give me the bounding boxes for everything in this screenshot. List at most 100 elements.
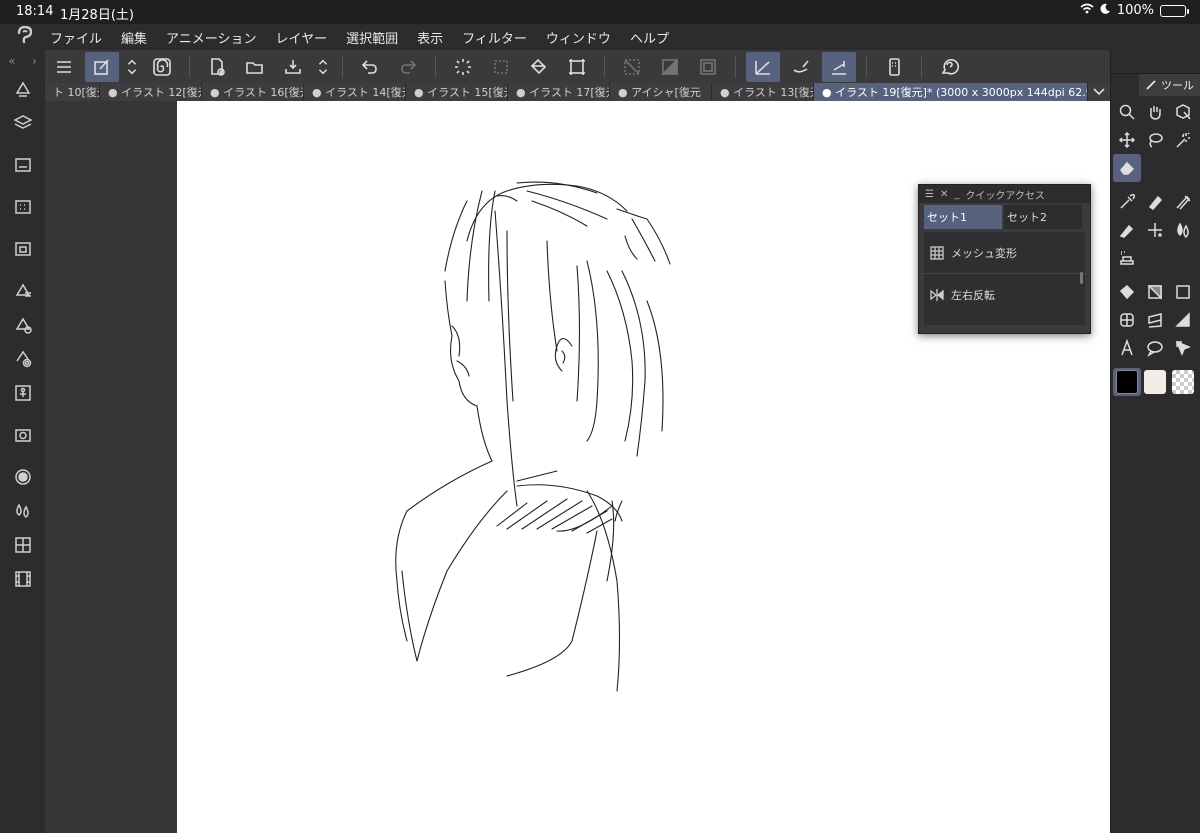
status-bar: 18:14 1月28日(土) 100% — [0, 0, 1200, 24]
gradient-icon[interactable] — [1141, 278, 1169, 306]
loading-icon[interactable] — [446, 52, 480, 82]
tool-property-icon[interactable] — [0, 274, 45, 308]
close-icon[interactable]: ✕ — [940, 189, 948, 200]
brush-size-icon[interactable] — [0, 308, 45, 342]
color-circle-icon[interactable] — [0, 460, 45, 494]
invert-selection-icon[interactable] — [653, 52, 687, 82]
ruler-icon[interactable] — [1141, 306, 1169, 334]
snap-ruler-icon[interactable] — [746, 51, 780, 82]
eyedropper-icon[interactable] — [1113, 188, 1141, 216]
document-tab[interactable]: ● イラスト 13[復元 — [712, 83, 814, 101]
updown-icon[interactable] — [123, 52, 141, 82]
app-logo-icon[interactable] — [0, 25, 50, 49]
sidebar-collapse-arrows[interactable]: «› — [0, 50, 45, 72]
menu-window[interactable]: ウィンドウ — [546, 28, 611, 47]
zoom-icon[interactable] — [1113, 98, 1141, 126]
object-select-icon[interactable] — [1169, 98, 1197, 126]
grip-icon[interactable]: ☰ — [925, 189, 934, 200]
color-wheel-icon[interactable] — [0, 342, 45, 376]
hand-icon[interactable] — [1141, 98, 1169, 126]
undo-icon[interactable] — [353, 52, 387, 82]
navigator-icon[interactable] — [0, 232, 45, 266]
color-mix-icon[interactable] — [0, 494, 45, 528]
tool-grid — [1111, 188, 1200, 272]
panel-grip[interactable] — [1111, 50, 1200, 74]
sub-tool-icon[interactable] — [0, 72, 45, 106]
layers-icon[interactable] — [0, 106, 45, 140]
quick-access-item-flip-horizontal[interactable]: 左右反転 — [924, 274, 1085, 316]
mesh-transform-icon — [930, 245, 944, 260]
perspective-icon[interactable] — [1169, 306, 1197, 334]
balloon-icon[interactable] — [1141, 334, 1169, 362]
material-icon[interactable] — [0, 376, 45, 410]
tab-set-2[interactable]: セット2 — [1004, 205, 1082, 229]
battery-icon — [1160, 4, 1189, 17]
frame-border-icon[interactable] — [1113, 306, 1141, 334]
blend-icon[interactable] — [1169, 216, 1197, 244]
figure-icon[interactable] — [1169, 278, 1197, 306]
pen-tool-icon[interactable] — [1141, 188, 1169, 216]
tab-tool[interactable]: ツール — [1139, 74, 1200, 96]
document-tab[interactable]: ● アイシャ[復元 — [610, 83, 712, 101]
menu-edit[interactable]: 編集 — [121, 28, 147, 47]
menu-animation[interactable]: アニメーション — [166, 28, 256, 47]
transform-icon[interactable] — [560, 52, 594, 82]
sub-color-swatch[interactable] — [1141, 368, 1169, 396]
document-tab-active[interactable]: ● イラスト 19[復元]* (3000 x 3000px 144dpi 62.… — [814, 83, 1088, 101]
quick-access-item-mesh-transform[interactable]: メッシュ変形 — [924, 232, 1085, 274]
clear-selection-icon[interactable] — [484, 52, 518, 82]
document-tab[interactable]: ● イラスト 12[復元 — [100, 83, 202, 101]
redo-icon[interactable] — [391, 52, 425, 82]
color-swatches — [1111, 368, 1200, 396]
snap-special-ruler-icon[interactable] — [784, 52, 818, 82]
menu-layer[interactable]: レイヤー — [276, 28, 328, 47]
menu-selection[interactable]: 選択範囲 — [346, 28, 398, 47]
eraser-icon[interactable] — [1113, 154, 1141, 182]
menu-icon[interactable] — [47, 52, 81, 82]
camera-icon[interactable] — [0, 418, 45, 452]
main-color-swatch[interactable] — [1113, 368, 1141, 396]
menu-file[interactable]: ファイル — [50, 28, 102, 47]
minimize-icon[interactable]: _ — [954, 189, 959, 200]
crop-icon[interactable] — [691, 52, 725, 82]
new-canvas-icon[interactable] — [200, 52, 234, 82]
fill-bucket-icon[interactable] — [1113, 278, 1141, 306]
fill-icon[interactable] — [522, 52, 556, 82]
timeline-icon[interactable] — [0, 562, 45, 596]
text-icon[interactable] — [1113, 334, 1141, 362]
airbrush-icon[interactable] — [1141, 216, 1169, 244]
correction-icon[interactable] — [1169, 334, 1197, 362]
document-tab[interactable]: ● イラスト 17[復元 — [508, 83, 610, 101]
move-icon[interactable] — [1113, 126, 1141, 154]
edit-mode-icon[interactable] — [85, 51, 119, 82]
save-icon[interactable] — [276, 52, 310, 82]
document-tab[interactable]: ト 10[復元 — [45, 83, 100, 101]
open-folder-icon[interactable] — [238, 52, 272, 82]
lasso-icon[interactable] — [1141, 126, 1169, 154]
color-palette-icon[interactable] — [0, 190, 45, 224]
tab-set-1[interactable]: セット1 — [924, 205, 1002, 229]
document-tab[interactable]: ● イラスト 14[復元 — [304, 83, 406, 101]
tool-tab-label: ツール — [1161, 79, 1194, 92]
chevron-down-icon[interactable] — [1088, 83, 1110, 101]
help-icon[interactable] — [932, 52, 966, 82]
snap-grid-icon[interactable] — [822, 51, 856, 82]
transparent-color-swatch[interactable] — [1169, 368, 1197, 396]
approximate-color-icon[interactable] — [0, 528, 45, 562]
scrollbar[interactable] — [1080, 272, 1083, 284]
brush-icon[interactable] — [1169, 188, 1197, 216]
quick-access-panel: ☰ ✕ _ クイックアクセス セット1 セット2 メッシュ変形 左右反転 — [918, 184, 1091, 334]
updown-icon[interactable] — [314, 52, 332, 82]
pencil-icon[interactable] — [1113, 216, 1141, 244]
magic-wand-icon[interactable] — [1169, 126, 1197, 154]
clear-icon[interactable] — [615, 52, 649, 82]
smartphone-icon[interactable] — [877, 52, 911, 82]
menu-filter[interactable]: フィルター — [462, 28, 527, 47]
menu-view[interactable]: 表示 — [417, 28, 443, 47]
document-tab[interactable]: ● イラスト 15[復元 — [406, 83, 508, 101]
menu-help[interactable]: ヘルプ — [630, 28, 669, 47]
document-tab[interactable]: ● イラスト 16[復元 — [202, 83, 304, 101]
stamp-icon[interactable] — [1113, 244, 1141, 272]
spiral-icon[interactable] — [145, 52, 179, 82]
layer-property-icon[interactable] — [0, 148, 45, 182]
